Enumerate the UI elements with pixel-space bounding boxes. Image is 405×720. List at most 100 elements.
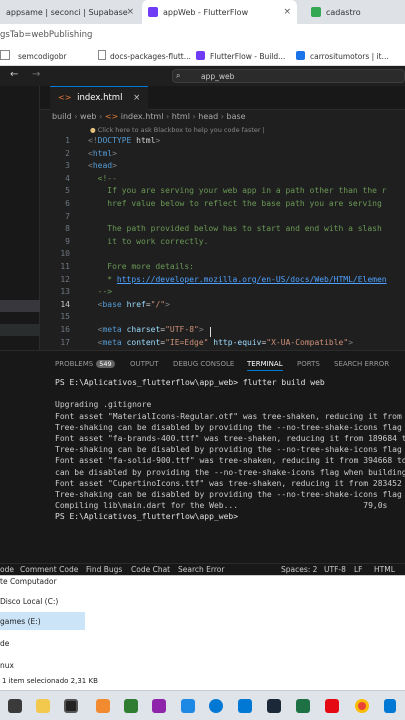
terminal-line: Tree-shaking can be disabled by providin… <box>55 445 405 455</box>
close-icon[interactable]: × <box>283 7 291 17</box>
breadcrumb-item[interactable]: build <box>52 112 72 121</box>
code-line[interactable]: <meta charset="UTF-8"> <box>88 325 204 334</box>
breadcrumb-item[interactable]: head <box>198 112 218 121</box>
status-comment-code[interactable]: Comment Code <box>20 565 78 574</box>
explorer-selected-item[interactable] <box>0 300 40 312</box>
line-number: 6 <box>65 199 70 208</box>
minecraft-icon[interactable] <box>124 699 138 713</box>
status-item[interactable]: ode <box>0 565 14 574</box>
app-icon[interactable] <box>8 699 22 713</box>
file-explorer-icon[interactable] <box>36 699 50 713</box>
problems-count-badge: 549 <box>96 360 115 368</box>
code-line[interactable]: --> <box>88 287 112 296</box>
bottom-panel: PROBLEMS 549 OUTPUT DEBUG CONSOLE TERMINA… <box>0 350 405 563</box>
line-number: 9 <box>65 236 70 246</box>
status-spaces[interactable]: Spaces: 2 <box>281 565 317 574</box>
terminal-line: Upgrading .gitignore <box>55 400 152 410</box>
tab-ports[interactable]: PORTS <box>297 360 320 368</box>
code-line[interactable]: If you are serving your web app in a pat… <box>88 186 386 195</box>
status-search-error[interactable]: Search Error <box>178 565 224 574</box>
nav-item[interactable]: nux <box>0 661 14 670</box>
code-line[interactable]: href value below to reflect the base pat… <box>88 199 382 208</box>
tab-label: cadastro <box>326 7 361 17</box>
code-line[interactable]: <!-- <box>88 174 117 183</box>
file-explorer-pane: te Computador Disco Local (C:) games (E:… <box>0 575 405 690</box>
line-number: 7 <box>65 211 70 221</box>
terminal-line: PS E:\Aplicativos_flutterflow\app_web> <box>55 512 243 522</box>
terminal-line: Tree-shaking can be disabled by providin… <box>55 490 405 499</box>
breadcrumb-item[interactable]: html <box>172 112 190 121</box>
tab-terminal[interactable]: TERMINAL <box>247 360 283 371</box>
close-icon[interactable]: × <box>126 7 134 17</box>
explorer-sidebar <box>0 86 40 350</box>
netflix-icon[interactable] <box>325 699 339 713</box>
code-line[interactable]: <html> <box>88 149 117 158</box>
browser-tab-cadastro[interactable]: cadastro <box>305 0 405 24</box>
status-find-bugs[interactable]: Find Bugs <box>86 565 122 574</box>
explorer-item[interactable] <box>0 324 40 336</box>
app-icon[interactable] <box>64 699 78 713</box>
flutterflow-icon <box>196 51 205 60</box>
terminal-line: Tree-shaking can be disabled by providin… <box>55 422 405 432</box>
flutterflow-icon <box>148 7 158 17</box>
status-language[interactable]: HTML <box>374 565 395 574</box>
line-number: 3 <box>65 161 70 171</box>
app-icon[interactable] <box>152 699 166 713</box>
browser-tab-strip: appsame | seconci | Supabase × appWeb - … <box>0 0 405 24</box>
steam-icon[interactable] <box>267 699 281 713</box>
tab-output[interactable]: OUTPUT <box>130 360 159 368</box>
tab-debug-console[interactable]: DEBUG CONSOLE <box>173 360 234 368</box>
hint-text: Click here to ask Blackbox to help you c… <box>97 126 265 134</box>
forward-arrow-icon[interactable]: → <box>32 69 40 80</box>
browser-tab-supabase[interactable]: appsame | seconci | Supabase × <box>0 0 140 24</box>
code-line[interactable]: <!DOCTYPE html> <box>88 136 160 145</box>
terminal-line: Compiling lib\main.dart for the Web... 7… <box>55 501 388 511</box>
code-line[interactable]: <meta content="IE=Edge" http-equiv="X-UA… <box>88 338 353 347</box>
code-line[interactable]: The path provided below has to start and… <box>88 224 382 233</box>
nav-item[interactable]: de <box>0 639 9 648</box>
code-line[interactable]: Fore more details: <box>88 262 194 271</box>
editor-tab-index-html[interactable]: <> index.html × <box>50 86 149 110</box>
bookmark-item[interactable]: carrositumotors | it... <box>310 52 389 61</box>
breadcrumb-item[interactable]: index.html <box>121 112 164 121</box>
edge-icon[interactable] <box>209 699 223 713</box>
text-cursor <box>210 327 211 337</box>
site-icon <box>311 7 321 17</box>
bookmark-item[interactable]: docs-packages-flutt... <box>110 52 191 61</box>
breadcrumb-item[interactable]: base <box>227 112 246 121</box>
app-icon[interactable] <box>181 699 195 713</box>
url-text: gsTab=webPublishing <box>0 30 93 40</box>
outlook-icon[interactable] <box>238 699 252 713</box>
status-eol[interactable]: LF <box>354 565 363 574</box>
line-number: 15 <box>60 312 70 322</box>
tab-label: PROBLEMS <box>55 360 94 368</box>
tab-problems[interactable]: PROBLEMS 549 <box>55 360 115 368</box>
browser-tab-flutterflow[interactable]: appWeb - FlutterFlow × <box>142 0 297 24</box>
status-encoding[interactable]: UTF-8 <box>324 565 346 574</box>
status-bar: ode Comment Code Find Bugs Code Chat Sea… <box>0 563 405 575</box>
nav-item-computer[interactable]: te Computador <box>0 577 57 586</box>
command-center-search[interactable]: ⌕ app_web <box>172 69 405 83</box>
tab-label: appWeb - FlutterFlow <box>163 7 249 17</box>
address-bar[interactable]: gsTab=webPublishing <box>0 24 405 46</box>
vscode-icon[interactable] <box>384 699 396 713</box>
breadcrumb-item[interactable]: web <box>80 112 97 121</box>
close-icon[interactable]: × <box>133 93 140 103</box>
excel-icon[interactable] <box>296 699 310 713</box>
code-line[interactable]: * https://developer.mozilla.org/en-US/do… <box>88 275 386 284</box>
blackbox-hint[interactable]: ● Click here to ask Blackbox to help you… <box>90 126 265 134</box>
tab-search-error[interactable]: SEARCH ERROR <box>334 360 389 368</box>
code-line[interactable]: <head> <box>88 161 117 170</box>
back-arrow-icon[interactable]: ← <box>10 69 18 80</box>
app-icon[interactable] <box>96 699 110 713</box>
bookmark-item[interactable]: FlutterFlow - Build... <box>210 52 285 61</box>
status-code-chat[interactable]: Code Chat <box>131 565 170 574</box>
code-line[interactable]: it to work correctly. <box>88 237 208 246</box>
nav-item-games-e[interactable]: games (E:) <box>0 617 41 626</box>
chrome-icon[interactable] <box>355 699 369 713</box>
bookmark-item[interactable]: semcodigobr <box>18 52 67 61</box>
code-line[interactable]: <base href="/"> <box>88 300 170 309</box>
nav-item-disk-c[interactable]: Disco Local (C:) <box>0 597 58 606</box>
line-number: 14 <box>60 299 70 309</box>
vscode-title-bar: ← → ⌕ app_web <box>0 66 405 86</box>
